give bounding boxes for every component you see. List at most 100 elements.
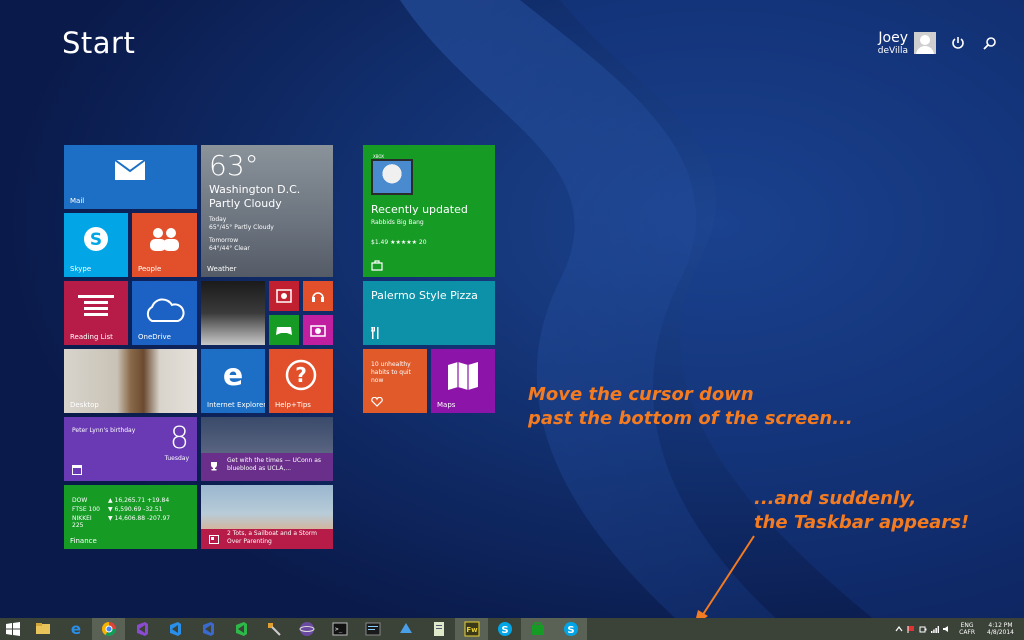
tile-games[interactable] <box>269 315 299 345</box>
signal-icon[interactable] <box>931 625 940 633</box>
sports-headline: Get with the times — UConn as blueblood … <box>227 457 322 472</box>
gamepad-icon <box>276 327 292 335</box>
tile-store[interactable]: XBOX Recently updated Rabbids Big Bang $… <box>363 145 495 277</box>
tile-label: Finance <box>70 537 97 545</box>
taskbar-app-store-taskbar[interactable] <box>521 618 554 640</box>
internet-explorer-icon: e <box>70 621 80 637</box>
taskbar: e >_ Fw S S ENG CAFR 4:12 PM 4/8/2014 <box>0 618 1024 640</box>
tile-label: Weather <box>207 265 237 273</box>
svg-text:Fw: Fw <box>466 626 478 634</box>
headphones-icon <box>312 292 324 302</box>
tile-parenting-news[interactable]: 2 Tots, a Sailboat and a Storm Over Pare… <box>201 485 333 549</box>
svg-text:>_: >_ <box>335 626 343 633</box>
windows-logo-icon <box>6 622 20 636</box>
deploy-icon <box>399 623 412 633</box>
trophy-icon <box>211 462 217 471</box>
tile-help-tips[interactable]: ? Help+Tips <box>269 349 333 413</box>
finance-value: ▼ 14,606.88 -207.97 <box>108 515 171 522</box>
tile-onedrive[interactable]: OneDrive <box>132 281 197 345</box>
finance-row: DOW ▲ 16,265.71 +19.84 <box>72 497 169 504</box>
taskbar-app-internet-explorer[interactable]: e <box>59 618 92 640</box>
xbox-badge-text: XBOX <box>373 154 385 159</box>
language-code: ENG <box>960 622 974 629</box>
tile-label: OneDrive <box>138 333 171 341</box>
clock-time: 4:12 PM <box>988 622 1013 629</box>
svg-text:S: S <box>90 230 102 250</box>
finance-row: FTSE 100 ▼ 6,590.69 -32.51 <box>72 506 163 513</box>
finance-index: NIKKEI 225 <box>72 515 92 529</box>
taskbar-app-visual-studio-green[interactable] <box>224 618 257 640</box>
taskbar-app-visual-studio-dark[interactable] <box>191 618 224 640</box>
tile-video[interactable] <box>269 281 299 311</box>
calendar-icon <box>72 465 82 475</box>
power-icon[interactable] <box>950 35 966 51</box>
visual-studio-dark-icon <box>202 622 214 636</box>
taskbar-app-console[interactable]: >_ <box>323 618 356 640</box>
tile-finance[interactable]: DOW ▲ 16,265.71 +19.84 FTSE 100 ▼ 6,590.… <box>64 485 197 549</box>
taskbar-app-visual-studio-blue[interactable] <box>158 618 191 640</box>
tile-skype[interactable]: S Skype <box>64 213 128 277</box>
tile-music[interactable] <box>303 281 333 311</box>
taskbar-app-notepad[interactable] <box>422 618 455 640</box>
store-icon <box>371 260 383 271</box>
visual-studio-blue-icon <box>169 622 181 636</box>
taskbar-app-terminal[interactable] <box>356 618 389 640</box>
tile-reading-list[interactable]: Reading List <box>64 281 128 345</box>
taskbar-app-tools[interactable] <box>257 618 290 640</box>
tile-label: Internet Explorer <box>207 401 265 409</box>
internet-explorer-icon: e <box>223 359 243 391</box>
svg-text:S: S <box>567 625 574 636</box>
health-headline: 10 unhealthy habits to quit now <box>371 361 411 384</box>
tile-sports-news[interactable]: Get with the times — UConn as blueblood … <box>201 417 333 481</box>
tile-label: Desktop <box>70 401 99 409</box>
tile-internet-explorer[interactable]: e Internet Explorer <box>201 349 265 413</box>
taskbar-app-skype-taskbar[interactable]: S <box>488 618 521 640</box>
weather-city: Washington D.C. <box>209 183 301 196</box>
skype-alt-icon: S <box>563 622 578 636</box>
file-explorer-icon <box>35 623 50 634</box>
game-price: $1.49 ★★★★★ 20 <box>371 239 427 246</box>
tile-calendar[interactable]: Peter Lynn's birthday 8 Tuesday <box>64 417 197 481</box>
tile-pizza[interactable]: Palermo Style Pizza <box>363 281 495 345</box>
skype-taskbar-icon: S <box>497 622 512 636</box>
clock[interactable]: 4:12 PM 4/8/2014 <box>987 622 1014 636</box>
finance-index: FTSE 100 <box>72 506 100 513</box>
taskbar-app-visual-studio[interactable] <box>125 618 158 640</box>
console-icon: >_ <box>332 622 347 636</box>
search-icon[interactable] <box>982 35 998 51</box>
svg-text:S: S <box>501 625 508 636</box>
user-account[interactable]: Joey deVilla <box>868 30 940 58</box>
notepad-icon <box>433 622 444 636</box>
taskbar-app-file-explorer[interactable] <box>26 618 59 640</box>
arrow-annotation <box>694 535 755 626</box>
tile-desktop[interactable]: Desktop <box>64 349 197 413</box>
svg-text:e: e <box>70 621 80 637</box>
tile-label: People <box>138 265 162 273</box>
weather-today-label: Today <box>209 216 227 223</box>
tile-maps[interactable]: Maps <box>431 349 495 413</box>
game-art <box>373 161 411 193</box>
tile-label: Skype <box>70 265 92 273</box>
tile-health[interactable]: 10 unhealthy habits to quit now <box>363 349 427 413</box>
tile-mail[interactable]: Mail <box>64 145 197 209</box>
volume-icon[interactable] <box>943 625 951 633</box>
store-heading: Recently updated <box>371 203 468 216</box>
weather-tomorrow-label: Tomorrow <box>209 237 239 244</box>
language-indicator[interactable]: ENG CAFR <box>959 622 975 636</box>
start-button[interactable] <box>0 618 26 640</box>
finance-index: DOW <box>72 497 88 504</box>
finance-row: NIKKEI 225 ▼ 14,606.88 -207.97 <box>72 515 170 529</box>
tile-people[interactable]: People <box>132 213 197 277</box>
flag-icon[interactable] <box>907 625 915 633</box>
taskbar-app-sphere[interactable] <box>290 618 323 640</box>
taskbar-app-chrome[interactable] <box>92 618 125 640</box>
chevron-up-icon[interactable] <box>895 625 903 633</box>
taskbar-app-deploy[interactable] <box>389 618 422 640</box>
taskbar-app-skype-alt[interactable]: S <box>554 618 587 640</box>
tile-weather[interactable]: 63° Washington D.C. Partly Cloudy Today … <box>201 145 333 277</box>
taskbar-app-fireworks[interactable]: Fw <box>455 618 488 640</box>
tile-camera[interactable] <box>303 315 333 345</box>
reading-list-icon <box>78 295 114 316</box>
tile-camera-photo[interactable] <box>201 281 265 345</box>
battery-icon[interactable] <box>919 625 927 633</box>
